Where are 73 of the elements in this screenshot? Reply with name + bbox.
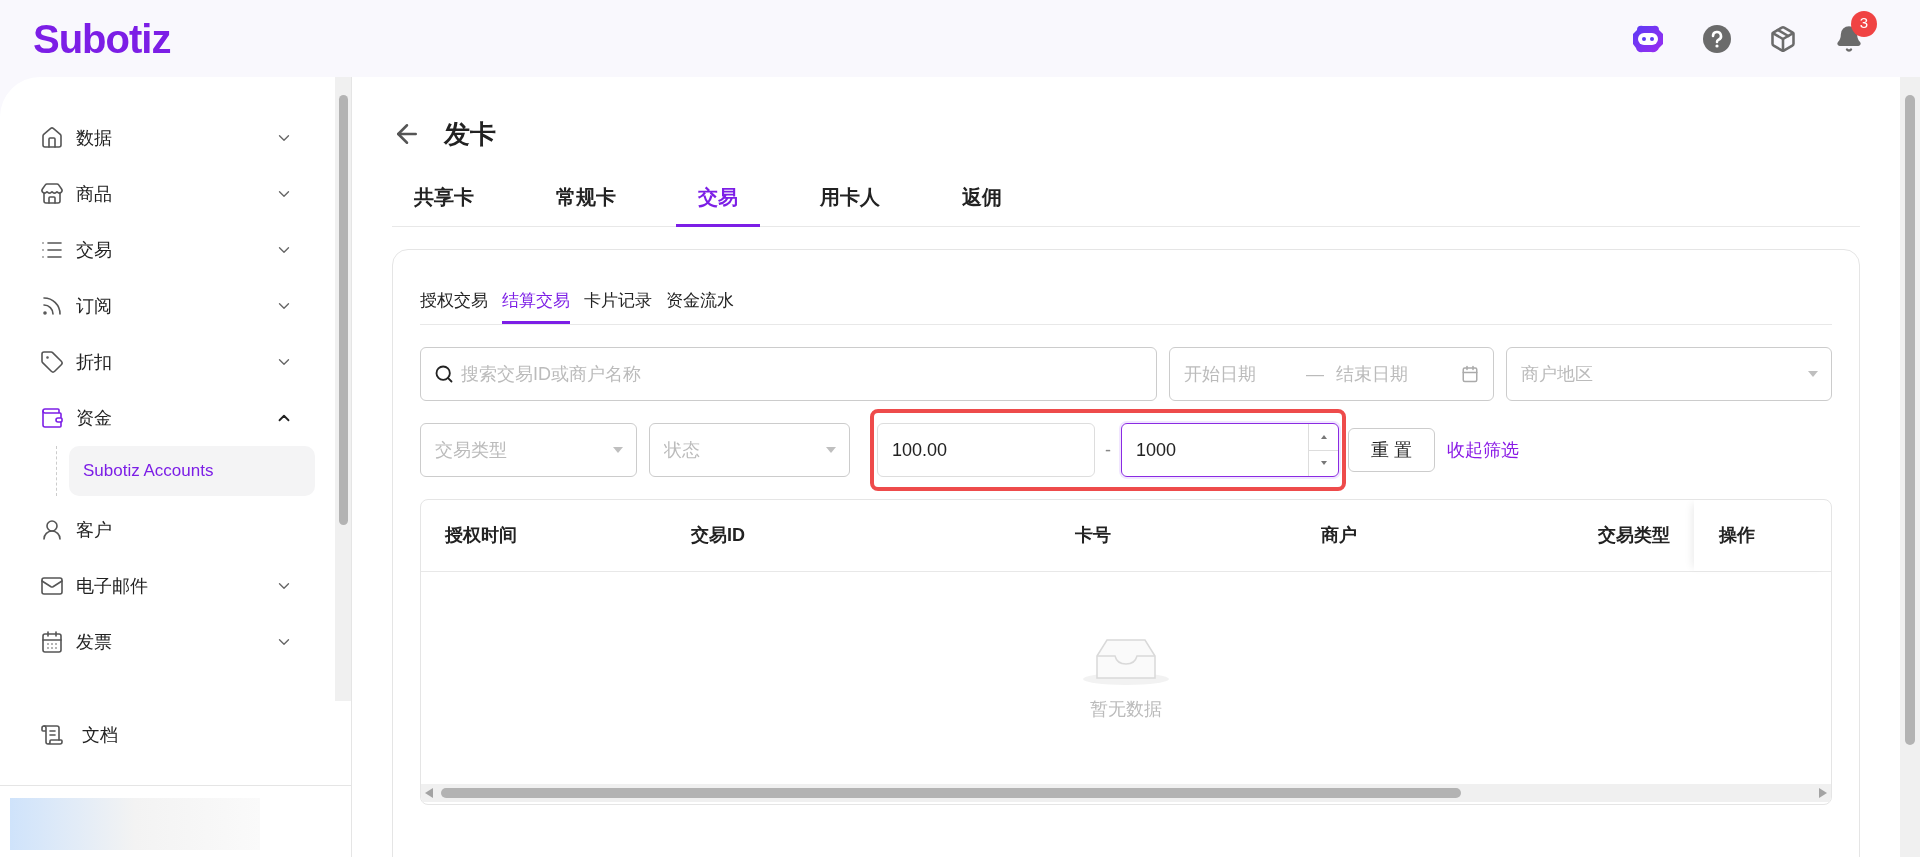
document-icon bbox=[40, 723, 64, 747]
step-down-icon[interactable] bbox=[1320, 461, 1327, 466]
page-scrollbar[interactable] bbox=[1900, 77, 1920, 857]
sidebar-label: 交易 bbox=[76, 238, 113, 262]
sidebar-item[interactable]: 资金 bbox=[0, 390, 335, 446]
min-amount-field[interactable]: 100.00 bbox=[877, 423, 1095, 477]
sidebar-item[interactable]: 折扣 bbox=[0, 334, 335, 390]
sidebar-item[interactable]: 数据 bbox=[0, 110, 335, 166]
collapse-filter-link[interactable]: 收起筛选 bbox=[1447, 436, 1519, 464]
date-separator: — bbox=[1306, 362, 1324, 386]
robot-icon[interactable] bbox=[1631, 23, 1665, 54]
scrollbar[interactable] bbox=[335, 77, 351, 701]
package-icon[interactable] bbox=[1769, 24, 1797, 53]
start-date-field[interactable]: 开始日期 bbox=[1184, 360, 1294, 388]
sidebar-item[interactable]: 商品 bbox=[0, 166, 335, 222]
column-header: 商户 bbox=[1321, 525, 1357, 545]
sidebar-item[interactable]: 客户 bbox=[0, 502, 335, 558]
tab[interactable]: 授权交易 bbox=[420, 280, 488, 324]
empty-text: 暂无数据 bbox=[1090, 697, 1162, 721]
caret-icon bbox=[1808, 371, 1818, 377]
range-separator: - bbox=[1105, 438, 1111, 462]
search-field[interactable]: 搜索交易ID或商户名称 bbox=[420, 347, 1157, 401]
max-amount-field[interactable]: 1000 bbox=[1121, 423, 1339, 477]
tab[interactable]: 返佣 bbox=[940, 169, 1024, 227]
region-select[interactable]: 商户地区 bbox=[1506, 347, 1832, 401]
sidebar-label: 电子邮件 bbox=[76, 574, 149, 598]
notification-badge: 3 bbox=[1851, 10, 1877, 37]
sidebar-label: 客户 bbox=[76, 518, 113, 542]
sidebar-item[interactable]: 文档 bbox=[0, 705, 351, 765]
tab[interactable]: 资金流水 bbox=[666, 280, 734, 324]
sidebar-item[interactable]: 电子邮件 bbox=[0, 558, 335, 614]
tab[interactable]: 交易 bbox=[676, 169, 760, 227]
column-header: 交易类型 bbox=[1598, 525, 1670, 545]
tag-icon bbox=[40, 350, 64, 374]
tab[interactable]: 共享卡 bbox=[392, 169, 496, 227]
page-title: 发卡 bbox=[444, 117, 496, 151]
sidebar-label: 订阅 bbox=[76, 294, 113, 318]
wallet-icon bbox=[40, 406, 64, 430]
tab[interactable]: 卡片记录 bbox=[584, 280, 652, 324]
caret-icon bbox=[826, 447, 836, 453]
search-icon bbox=[434, 364, 454, 384]
tab[interactable]: 常规卡 bbox=[534, 169, 638, 227]
sidebar-label: 资金 bbox=[76, 406, 113, 430]
store-icon bbox=[40, 182, 64, 206]
logo: Subotiz bbox=[33, 15, 171, 63]
user-icon bbox=[40, 518, 64, 542]
submenu-item[interactable]: Subotiz Accounts bbox=[69, 446, 315, 496]
mail-icon bbox=[40, 574, 64, 598]
sidebar-label: 商品 bbox=[76, 182, 113, 206]
column-header: 卡号 bbox=[1075, 525, 1111, 545]
reset-button[interactable]: 重 置 bbox=[1348, 428, 1435, 472]
sidebar-label: 折扣 bbox=[76, 350, 113, 374]
tab[interactable]: 结算交易 bbox=[502, 280, 570, 324]
status-select[interactable]: 状态 bbox=[649, 423, 850, 477]
help-icon[interactable] bbox=[1703, 24, 1731, 53]
sidebar-item[interactable]: 发票 bbox=[0, 614, 335, 670]
calendar-icon bbox=[1461, 365, 1479, 383]
sidebar-item[interactable]: 订阅 bbox=[0, 278, 335, 334]
column-header: 授权时间 bbox=[445, 525, 517, 545]
sidebar-label: 数据 bbox=[76, 126, 113, 150]
column-header: 操作 bbox=[1719, 524, 1755, 547]
end-date-field[interactable]: 结束日期 bbox=[1336, 360, 1446, 388]
column-header: 交易ID bbox=[691, 525, 745, 545]
tab[interactable]: 用卡人 bbox=[798, 169, 902, 227]
home-icon bbox=[40, 126, 64, 150]
sidebar-label: 发票 bbox=[76, 630, 113, 654]
feed-icon bbox=[40, 294, 64, 318]
type-select[interactable]: 交易类型 bbox=[420, 423, 637, 477]
caret-icon bbox=[613, 447, 623, 453]
calendar-icon bbox=[40, 630, 64, 654]
sidebar-label: 文档 bbox=[82, 723, 118, 747]
sidebar-item[interactable]: 交易 bbox=[0, 222, 335, 278]
step-up-icon[interactable] bbox=[1320, 434, 1327, 439]
